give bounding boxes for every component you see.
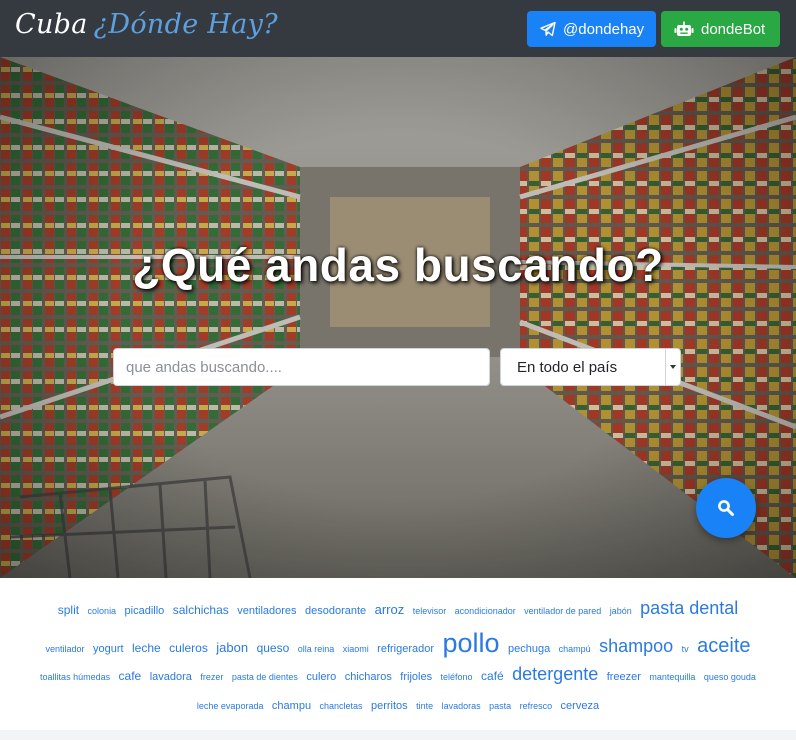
tag-row: toallitas húmedas cafe lavadora frezer p… bbox=[0, 664, 796, 685]
tag-link[interactable]: split bbox=[58, 603, 79, 617]
tag-row: leche evaporada champu chancletas perrit… bbox=[0, 696, 796, 714]
region-select-value: En todo el país bbox=[517, 359, 618, 376]
tag-link[interactable]: teléfono bbox=[441, 672, 473, 682]
tag-link[interactable]: café bbox=[481, 669, 504, 683]
navbar: Cuba ¿Dónde Hay? @dondehay dondeBot bbox=[0, 0, 796, 57]
tag-link[interactable]: televisor bbox=[413, 606, 447, 616]
dondebot-button-label: dondeBot bbox=[701, 20, 766, 38]
tag-link[interactable]: colonia bbox=[88, 606, 117, 616]
tag-link[interactable]: lavadoras bbox=[442, 701, 481, 711]
tag-link[interactable]: pechuga bbox=[508, 643, 550, 655]
tag-link[interactable]: champu bbox=[272, 700, 311, 712]
search-button[interactable] bbox=[696, 478, 756, 538]
tag-link[interactable]: desodorante bbox=[305, 605, 366, 617]
tag-link[interactable]: champú bbox=[559, 644, 591, 654]
tag-link[interactable]: frezer bbox=[200, 672, 223, 682]
tag-link[interactable]: pasta de dientes bbox=[232, 672, 298, 682]
tag-link[interactable]: acondicionador bbox=[455, 606, 516, 616]
tag-link[interactable]: jabon bbox=[216, 640, 248, 655]
hero-title: ¿Qué andas buscando? bbox=[132, 239, 664, 291]
tag-link[interactable]: refresco bbox=[520, 701, 553, 711]
tag-link[interactable]: pasta bbox=[489, 701, 511, 711]
robot-icon bbox=[674, 21, 694, 36]
brand-name-part1: Cuba bbox=[15, 9, 88, 40]
dondebot-button[interactable]: dondeBot bbox=[661, 11, 780, 47]
tag-link[interactable]: pasta dental bbox=[640, 598, 738, 619]
telegram-button-label: @dondehay bbox=[563, 20, 645, 38]
tag-link[interactable]: leche evaporada bbox=[197, 701, 264, 711]
tag-link[interactable]: perritos bbox=[371, 700, 408, 712]
tag-link[interactable]: lavadora bbox=[150, 671, 192, 683]
tag-link[interactable]: toallitas húmedas bbox=[40, 672, 110, 682]
tag-link[interactable]: jabón bbox=[610, 606, 632, 616]
search-icon bbox=[718, 500, 734, 516]
tag-link[interactable]: queso gouda bbox=[704, 672, 756, 682]
search-input[interactable] bbox=[113, 348, 490, 386]
tag-link[interactable]: freezer bbox=[607, 671, 641, 683]
tag-link[interactable]: aceite bbox=[697, 635, 750, 658]
region-select[interactable]: En todo el país bbox=[500, 348, 681, 386]
tag-link[interactable]: ventilador de pared bbox=[524, 606, 601, 616]
supermarket-aisle-background bbox=[0, 57, 796, 578]
telegram-channel-button[interactable]: @dondehay bbox=[527, 11, 656, 47]
tag-link[interactable]: cafe bbox=[119, 669, 142, 683]
tag-link[interactable]: cerveza bbox=[561, 700, 600, 712]
region-select-toggle[interactable] bbox=[665, 349, 680, 385]
tag-link[interactable]: salchichas bbox=[173, 603, 229, 617]
brand-logo[interactable]: Cuba ¿Dónde Hay? bbox=[15, 9, 278, 40]
tag-link[interactable]: culero bbox=[306, 671, 336, 683]
tag-link[interactable]: refrigerador bbox=[377, 643, 434, 655]
tag-link[interactable]: leche bbox=[132, 641, 161, 655]
tag-link[interactable]: culeros bbox=[169, 641, 208, 655]
tag-link[interactable]: ventilador bbox=[46, 644, 85, 654]
tag-link[interactable]: chicharos bbox=[345, 671, 392, 683]
tag-link[interactable]: frijoles bbox=[400, 671, 432, 683]
tag-link[interactable]: shampoo bbox=[599, 636, 673, 657]
tag-link[interactable]: yogurt bbox=[93, 643, 124, 655]
tag-link[interactable]: ventiladores bbox=[237, 605, 296, 617]
tag-row: split colonia picadillo salchichas venti… bbox=[0, 598, 796, 619]
tag-link[interactable]: picadillo bbox=[125, 605, 165, 617]
tag-link[interactable]: mantequilla bbox=[649, 672, 695, 682]
tag-link[interactable]: chancletas bbox=[320, 701, 363, 711]
tag-link[interactable]: queso bbox=[257, 641, 290, 655]
tag-link[interactable]: tinte bbox=[416, 701, 433, 711]
popular-searches-tag-cloud: split colonia picadillo salchichas venti… bbox=[0, 578, 796, 730]
tag-link[interactable]: xiaomi bbox=[343, 644, 369, 654]
tag-link[interactable]: olla reina bbox=[298, 644, 335, 654]
telegram-paper-plane-icon bbox=[540, 21, 556, 37]
tag-link[interactable]: tv bbox=[682, 644, 689, 654]
tag-row: ventilador yogurt leche culeros jabon qu… bbox=[0, 628, 796, 659]
tag-link[interactable]: arroz bbox=[375, 602, 405, 617]
hero-section: ¿Qué andas buscando? En todo el país bbox=[0, 57, 796, 578]
tag-link[interactable]: pollo bbox=[442, 628, 499, 659]
chevron-down-icon bbox=[670, 365, 676, 369]
brand-name-part2: ¿Dónde Hay? bbox=[93, 9, 278, 40]
tag-link[interactable]: detergente bbox=[512, 664, 598, 685]
